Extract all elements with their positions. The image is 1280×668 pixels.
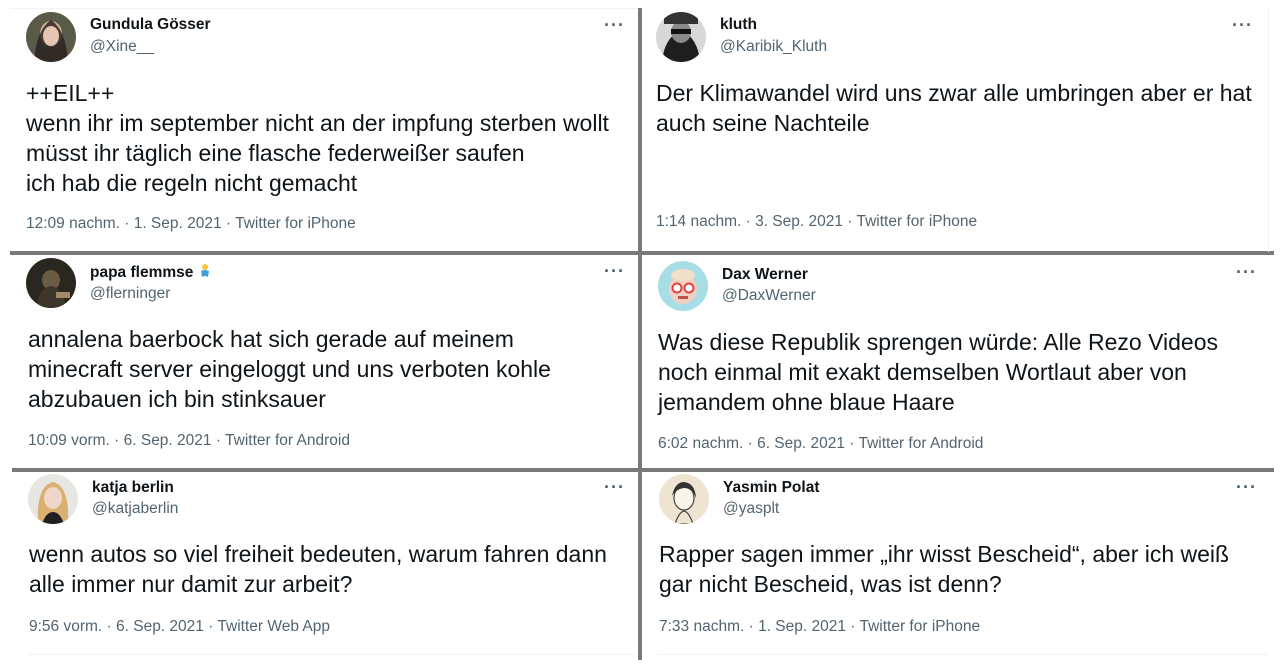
tweet-card[interactable]: kluth @Karibik_Kluth ··· Der Klimawandel… bbox=[642, 8, 1268, 252]
card-border bbox=[1268, 8, 1269, 252]
horizontal-divider bbox=[10, 251, 1274, 255]
vertical-divider bbox=[638, 8, 642, 660]
more-options-icon[interactable]: ··· bbox=[1236, 263, 1257, 281]
display-name[interactable]: Dax Werner bbox=[722, 266, 808, 284]
card-border bbox=[658, 654, 1268, 655]
more-options-icon[interactable]: ··· bbox=[604, 262, 625, 280]
tweet-text: ++EIL++ wenn ihr im september nicht an d… bbox=[26, 80, 609, 196]
user-handle[interactable]: @katjaberlin bbox=[92, 500, 178, 518]
user-handle[interactable]: @Xine__ bbox=[90, 38, 154, 56]
user-handle[interactable]: @yasplt bbox=[723, 500, 779, 518]
tweet-timestamp[interactable]: 12:09 nachm. · 1. Sep. 2021 · Twitter fo… bbox=[26, 215, 356, 233]
tweet-text: Rapper sagen immer „ihr wisst Bescheid“,… bbox=[659, 541, 1230, 597]
display-name-text: papa flemmse bbox=[90, 264, 194, 281]
user-handle[interactable]: @flerninger bbox=[90, 285, 170, 303]
display-name[interactable]: Gundula Gösser bbox=[90, 16, 211, 34]
tweet-timestamp[interactable]: 1:14 nachm. · 3. Sep. 2021 · Twitter for… bbox=[656, 213, 977, 231]
tweet-timestamp[interactable]: 9:56 vorm. · 6. Sep. 2021 · Twitter Web … bbox=[29, 618, 330, 636]
more-options-icon[interactable]: ··· bbox=[1236, 478, 1257, 496]
tweet-card[interactable]: katja berlin @katjaberlin ··· wenn autos… bbox=[12, 474, 638, 664]
display-name[interactable]: katja berlin bbox=[92, 479, 174, 497]
mermaid-emoji-icon bbox=[197, 263, 213, 284]
horizontal-divider bbox=[12, 468, 1274, 472]
display-name[interactable]: papa flemmse bbox=[90, 263, 213, 284]
more-options-icon[interactable]: ··· bbox=[604, 16, 625, 34]
tweet-card[interactable]: Gundula Gösser @Xine__ ··· ++EIL++ wenn … bbox=[10, 8, 638, 252]
card-border bbox=[10, 8, 638, 9]
avatar[interactable] bbox=[659, 474, 709, 524]
avatar[interactable] bbox=[658, 261, 708, 311]
tweet-timestamp[interactable]: 7:33 nachm. · 1. Sep. 2021 · Twitter for… bbox=[659, 618, 980, 636]
tweet-text: Der Klimawandel wird uns zwar alle umbri… bbox=[656, 80, 1252, 136]
tweet-card[interactable]: Dax Werner @DaxWerner ··· Was diese Repu… bbox=[642, 255, 1270, 468]
tweet-timestamp[interactable]: 6:02 nachm. · 6. Sep. 2021 · Twitter for… bbox=[658, 435, 983, 453]
user-handle[interactable]: @DaxWerner bbox=[722, 287, 816, 305]
card-border bbox=[28, 654, 636, 655]
user-handle[interactable]: @Karibik_Kluth bbox=[720, 38, 827, 56]
avatar[interactable] bbox=[26, 258, 76, 308]
more-options-icon[interactable]: ··· bbox=[604, 478, 625, 496]
display-name[interactable]: kluth bbox=[720, 16, 757, 34]
tweet-card[interactable]: Yasmin Polat @yasplt ··· Rapper sagen im… bbox=[642, 474, 1270, 664]
tweet-text: Was diese Republik sprengen würde: Alle … bbox=[658, 329, 1218, 415]
tweet-text: annalena baerbock hat sich gerade auf me… bbox=[28, 326, 551, 412]
more-options-icon[interactable]: ··· bbox=[1232, 16, 1253, 34]
tweet-timestamp[interactable]: 10:09 vorm. · 6. Sep. 2021 · Twitter for… bbox=[28, 432, 350, 450]
tweet-text: wenn autos so viel freiheit bedeuten, wa… bbox=[29, 541, 607, 597]
tweet-card[interactable]: papa flemmse @flerninger ··· annalena ba… bbox=[12, 255, 638, 468]
avatar[interactable] bbox=[656, 12, 706, 62]
display-name[interactable]: Yasmin Polat bbox=[723, 479, 819, 497]
avatar[interactable] bbox=[28, 474, 78, 524]
avatar[interactable] bbox=[26, 12, 76, 62]
